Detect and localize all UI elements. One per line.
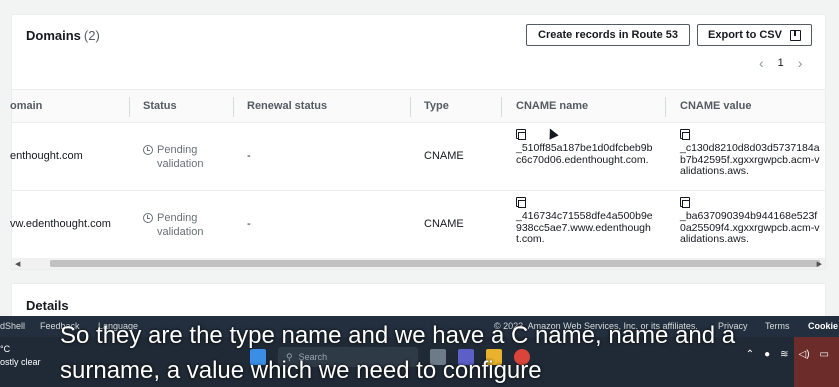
cloudshell-link[interactable]: dShell bbox=[0, 321, 25, 331]
prev-page-icon[interactable]: ‹ bbox=[759, 56, 764, 70]
cname-name-text: _416734c71558dfe4a500b9e938cc5ae7.www.ed… bbox=[516, 210, 653, 245]
table-header: omain Status Renewal status Type CNAME n… bbox=[10, 89, 825, 123]
pending-clock-icon bbox=[143, 145, 153, 155]
domain-cell: enthought.com bbox=[10, 150, 83, 162]
export-csv-label: Export to CSV bbox=[708, 29, 782, 41]
domains-title: Domains (2) bbox=[26, 28, 100, 43]
cname-name-cell: _416734c71558dfe4a500b9e938cc5ae7.www.ed… bbox=[516, 197, 656, 246]
type-cell: CNAME bbox=[424, 218, 464, 230]
header-domain[interactable]: omain bbox=[10, 100, 42, 112]
status-text: Pending validation bbox=[157, 212, 204, 238]
cname-name-cell: _510ff85a187be1d0dfcbeb9bc6c70d06.edenth… bbox=[516, 129, 656, 166]
column-divider[interactable] bbox=[665, 97, 666, 117]
cname-value-cell: _ba637090394b944168e523f0a25509f4.xgxxrg… bbox=[680, 197, 820, 246]
current-page[interactable]: 1 bbox=[778, 57, 784, 69]
status-cell: Pending validation bbox=[143, 211, 223, 239]
domains-title-text: Domains bbox=[26, 28, 81, 43]
panel-header: Domains (2) Create records in Route 53 Ex… bbox=[12, 15, 825, 87]
pending-clock-icon bbox=[143, 213, 153, 223]
export-csv-button[interactable]: Export to CSV bbox=[697, 24, 812, 46]
cname-name-text: _510ff85a187be1d0dfcbeb9bc6c70d06.edenth… bbox=[516, 142, 653, 166]
scroll-left-icon[interactable]: ◀ bbox=[15, 260, 20, 268]
domains-count: (2) bbox=[83, 28, 100, 43]
column-divider[interactable] bbox=[501, 97, 502, 117]
copy-icon[interactable] bbox=[680, 197, 690, 208]
header-cname-value[interactable]: CNAME value bbox=[680, 100, 752, 112]
domains-table: omain Status Renewal status Type CNAME n… bbox=[10, 89, 825, 257]
type-cell: CNAME bbox=[424, 150, 464, 162]
battery-icon[interactable]: ▭ bbox=[820, 349, 829, 360]
header-type[interactable]: Type bbox=[424, 100, 449, 112]
column-divider[interactable] bbox=[233, 97, 234, 117]
status-cell: Pending validation bbox=[143, 143, 223, 171]
next-page-icon[interactable]: › bbox=[798, 56, 803, 70]
cname-value-text: _ba637090394b944168e523f0a25509f4.xgxxrg… bbox=[680, 210, 820, 245]
renewal-status-cell: - bbox=[247, 150, 251, 162]
copy-icon[interactable] bbox=[680, 129, 690, 140]
pagination: ‹ 1 › bbox=[759, 56, 802, 70]
table-row: enthought.com Pending validation - CNAME… bbox=[10, 123, 825, 190]
cname-value-cell: _c130d8210d8d03d5737184ab7b42595f.xgxxrg… bbox=[680, 129, 820, 178]
header-status[interactable]: Status bbox=[143, 100, 177, 112]
header-renewal-status[interactable]: Renewal status bbox=[247, 100, 327, 112]
renewal-status-cell: - bbox=[247, 218, 251, 230]
scrollbar-thumb[interactable] bbox=[50, 260, 820, 267]
horizontal-scrollbar[interactable]: ◀ ▶ bbox=[12, 258, 825, 269]
export-icon bbox=[789, 29, 801, 41]
header-cname-name[interactable]: CNAME name bbox=[516, 100, 588, 112]
scroll-right-icon[interactable]: ▶ bbox=[817, 260, 822, 268]
create-route53-records-button[interactable]: Create records in Route 53 bbox=[526, 24, 690, 46]
table-row: vw.edenthought.com Pending validation - … bbox=[10, 190, 825, 257]
domain-cell: vw.edenthought.com bbox=[10, 218, 111, 230]
cname-value-text: _c130d8210d8d03d5737184ab7b42595f.xgxxrg… bbox=[680, 142, 820, 177]
domains-panel: Domains (2) Create records in Route 53 Ex… bbox=[10, 14, 826, 270]
column-divider[interactable] bbox=[410, 97, 411, 117]
status-text: Pending validation bbox=[157, 144, 204, 170]
video-caption: So they are the type name and we have a … bbox=[60, 322, 736, 384]
details-title: Details bbox=[26, 298, 69, 313]
weather-widget[interactable]: °C ostly clear bbox=[0, 343, 41, 369]
weather-desc: ostly clear bbox=[0, 357, 41, 367]
column-divider[interactable] bbox=[129, 97, 130, 117]
copy-icon[interactable] bbox=[516, 197, 526, 208]
copy-icon[interactable] bbox=[516, 129, 526, 140]
weather-temp: °C bbox=[0, 344, 11, 354]
